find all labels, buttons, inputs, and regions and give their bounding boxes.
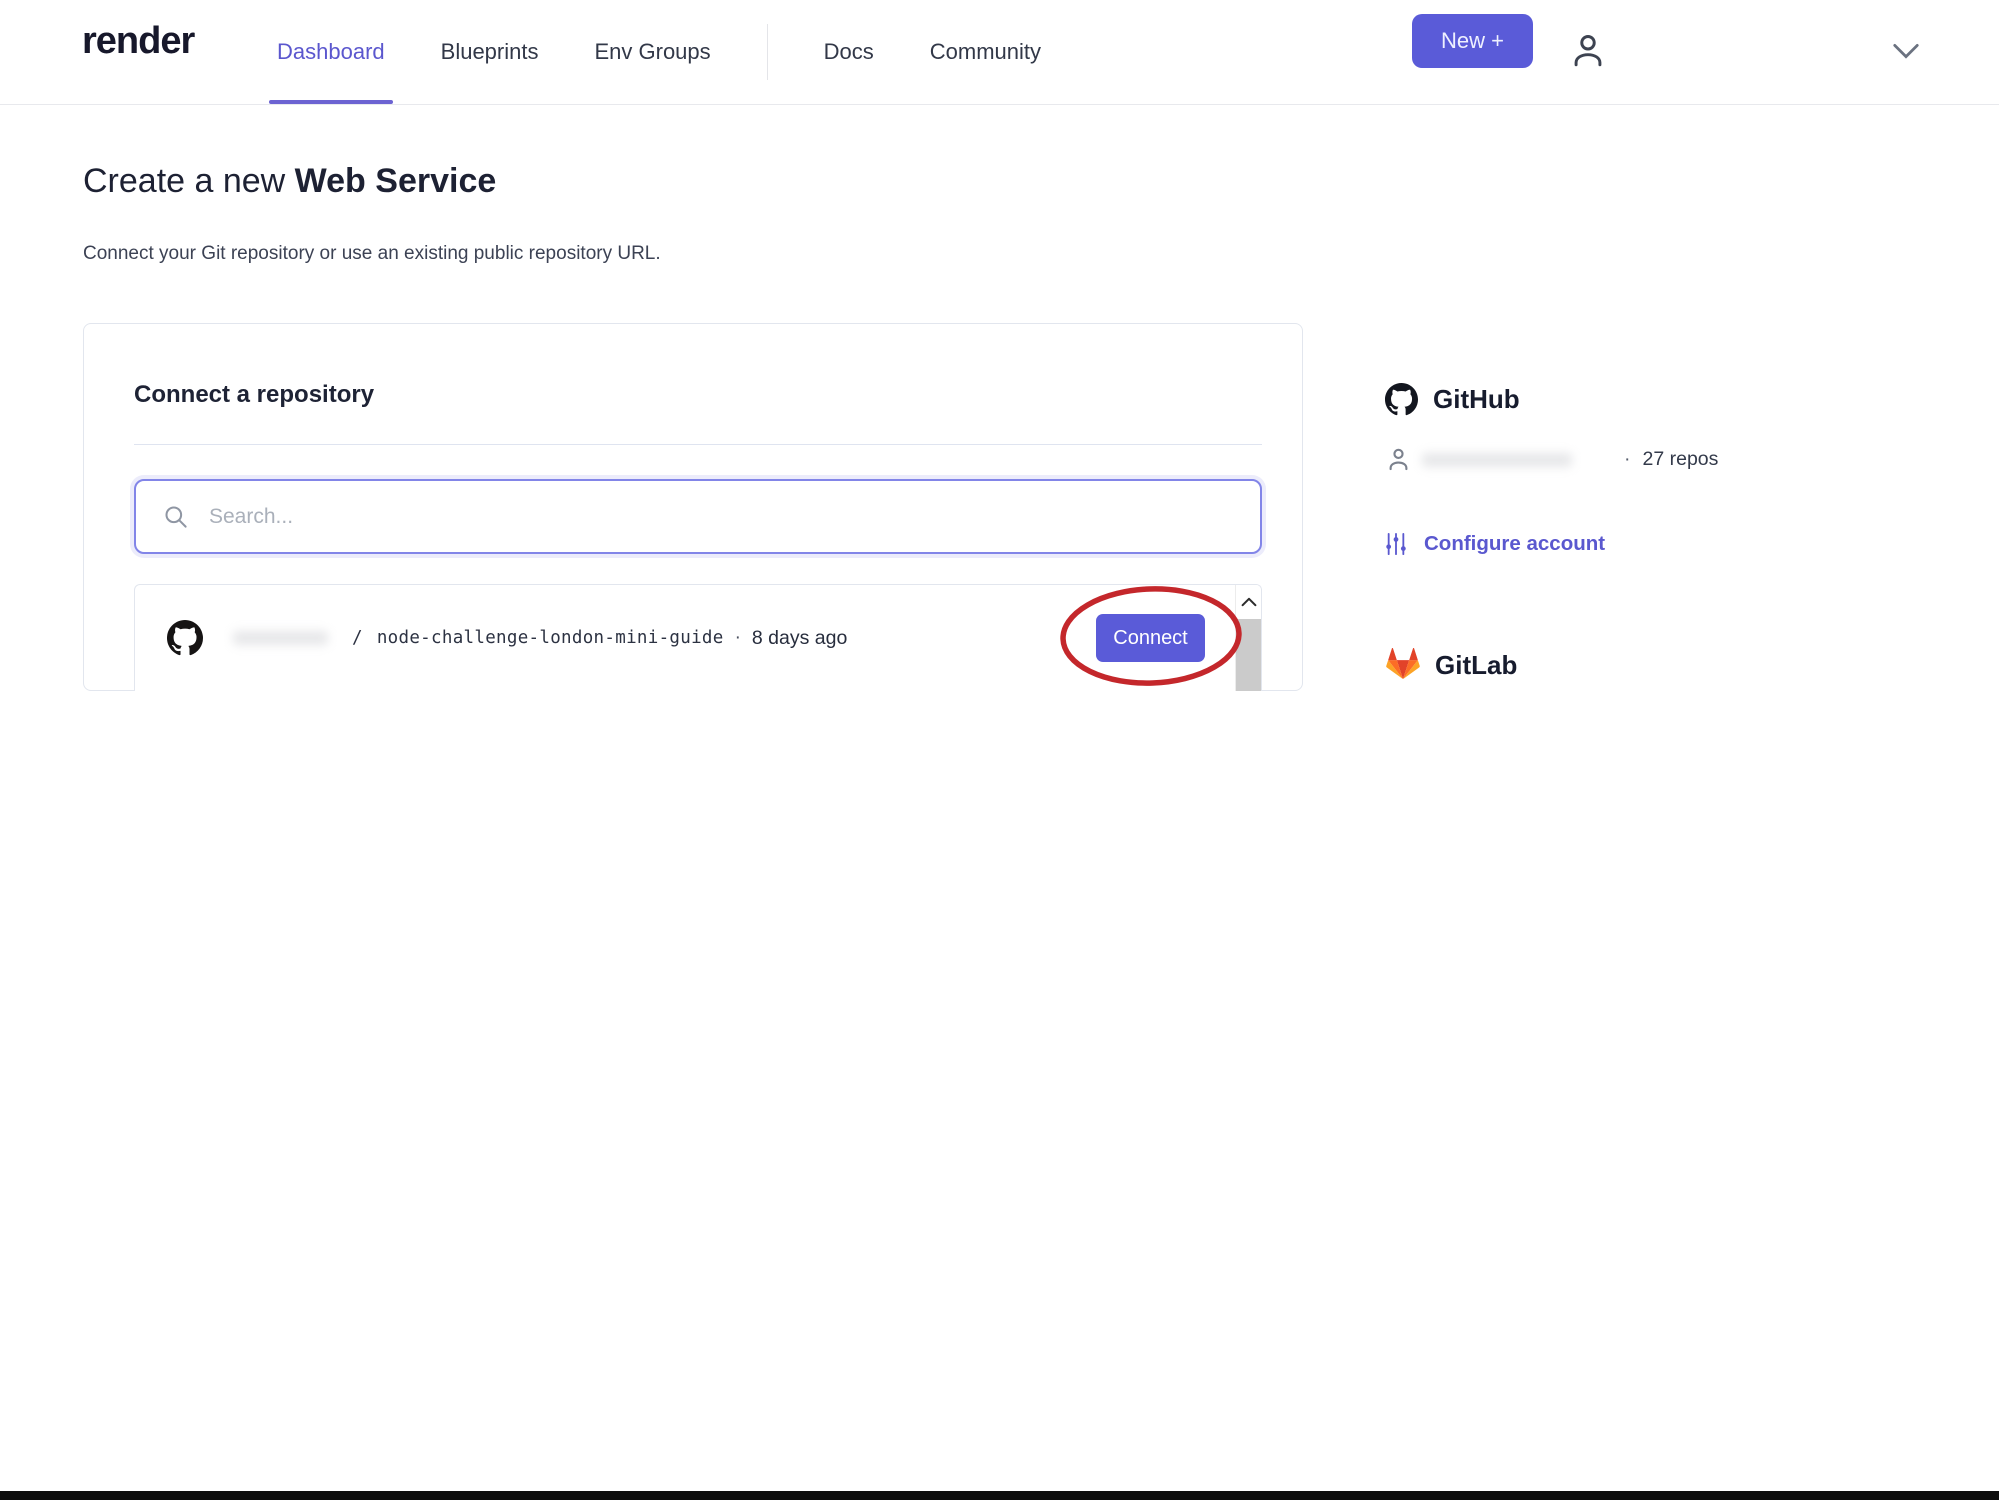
search-input[interactable] bbox=[209, 486, 1260, 547]
configure-account-link[interactable]: Configure account bbox=[1385, 531, 1605, 557]
repo-search-box bbox=[134, 479, 1262, 554]
search-icon bbox=[165, 506, 187, 528]
bottom-edge-bar bbox=[0, 1491, 1999, 1500]
redacted-repo-owner bbox=[233, 631, 328, 645]
repo-last-updated: 8 days ago bbox=[751, 626, 848, 649]
card-divider bbox=[134, 444, 1262, 445]
repos-count-text: 27 repos bbox=[1642, 448, 1719, 470]
repos-dot-separator: · bbox=[1624, 448, 1631, 470]
github-icon bbox=[1385, 383, 1418, 416]
sliders-icon bbox=[1386, 533, 1406, 555]
connect-repository-card: Connect a repository / node-challenge-lon… bbox=[83, 323, 1303, 691]
scroll-up-button[interactable] bbox=[1236, 585, 1261, 619]
chevron-up-icon bbox=[1241, 597, 1256, 607]
repo-name: / node-challenge-london-mini-guide bbox=[352, 628, 724, 648]
nav-docs[interactable]: Docs bbox=[824, 0, 874, 104]
page-title-bold: Web Service bbox=[294, 162, 497, 200]
person-icon bbox=[1389, 448, 1408, 471]
page-title-regular: Create a new bbox=[83, 162, 295, 200]
repo-row: / node-challenge-london-mini-guide · 8 da… bbox=[135, 585, 1261, 691]
top-nav-bar: render Dashboard Blueprints Env Groups D… bbox=[0, 0, 1999, 105]
repo-list: / node-challenge-london-mini-guide · 8 da… bbox=[134, 584, 1262, 691]
redacted-account-name bbox=[1422, 452, 1572, 467]
main-nav: Dashboard Blueprints Env Groups Docs Com… bbox=[269, 0, 1041, 104]
connect-button[interactable]: Connect bbox=[1096, 614, 1205, 662]
github-icon bbox=[167, 620, 203, 656]
github-account-row: · 27 repos bbox=[1385, 446, 1718, 473]
repo-list-scrollbar[interactable] bbox=[1235, 585, 1261, 691]
repo-dot-separator: · bbox=[734, 627, 741, 648]
github-title: GitHub bbox=[1433, 384, 1520, 414]
nav-blueprints[interactable]: Blueprints bbox=[441, 0, 539, 104]
configure-account-label: Configure account bbox=[1424, 532, 1606, 555]
page-subtitle: Connect your Git repository or use an ex… bbox=[83, 243, 661, 264]
gitlab-title: GitLab bbox=[1435, 649, 1518, 680]
page-title: Create a new Web Service bbox=[83, 162, 496, 201]
new-button[interactable]: New + bbox=[1412, 14, 1533, 68]
nav-env-groups[interactable]: Env Groups bbox=[594, 0, 710, 104]
github-section-header: GitHub bbox=[1385, 383, 1520, 416]
scrollbar-thumb[interactable] bbox=[1236, 619, 1261, 691]
user-avatar-icon[interactable] bbox=[1566, 24, 1610, 80]
nav-community[interactable]: Community bbox=[930, 0, 1041, 104]
nav-dashboard[interactable]: Dashboard bbox=[269, 0, 393, 104]
gitlab-section-header: GitLab bbox=[1385, 648, 1517, 682]
repos-count: · 27 repos bbox=[1624, 448, 1718, 471]
card-heading: Connect a repository bbox=[134, 381, 375, 408]
gitlab-icon bbox=[1386, 648, 1420, 680]
chevron-down-icon[interactable] bbox=[1891, 42, 1921, 64]
repo-separator: / bbox=[352, 628, 363, 648]
repo-name-text: node-challenge-london-mini-guide bbox=[376, 628, 724, 648]
render-logo: render bbox=[82, 20, 195, 62]
nav-divider bbox=[766, 24, 768, 80]
